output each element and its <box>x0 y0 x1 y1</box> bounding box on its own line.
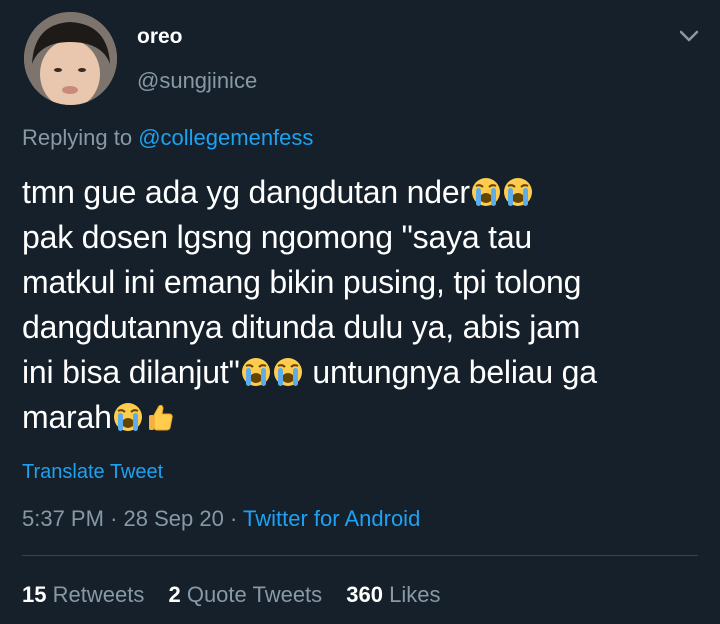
tweet-source-link[interactable]: Twitter for Android <box>243 506 420 531</box>
tweet-card: oreo @sungjinice Replying to @collegemen… <box>0 0 720 624</box>
retweets-count: 15 <box>22 582 47 607</box>
likes-stat[interactable]: 360 Likes <box>346 582 440 607</box>
reply-mention-link[interactable]: @collegemenfess <box>138 125 313 150</box>
tweet-time[interactable]: 5:37 PM <box>22 506 104 531</box>
tweet-text: tmn gue ada yg dangdutan nder pak dosen … <box>22 170 712 440</box>
display-name[interactable]: oreo <box>137 25 183 49</box>
loudly-crying-face-icon <box>112 402 143 432</box>
tweet-line: dangdutannya ditunda dulu ya, abis jam <box>22 309 581 345</box>
loudly-crying-face-icon <box>502 177 533 207</box>
quotes-label: Quote Tweets <box>186 582 323 607</box>
tweet-line: untungnya beliau ga <box>303 354 597 390</box>
avatar[interactable] <box>24 12 117 105</box>
meta-separator: · <box>229 506 238 531</box>
replying-to: Replying to @collegemenfess <box>22 125 313 151</box>
likes-label: Likes <box>389 582 441 607</box>
thumbs-up-icon <box>148 404 173 431</box>
loudly-crying-face-icon <box>272 357 303 387</box>
retweets-stat[interactable]: 15 Retweets <box>22 582 144 607</box>
tweet-line: tmn gue ada yg dangdutan nder <box>22 174 470 210</box>
tweet-line: matkul ini emang bikin pusing, tpi tolon… <box>22 264 582 300</box>
translate-tweet-link[interactable]: Translate Tweet <box>22 461 163 484</box>
loudly-crying-face-icon <box>240 357 271 387</box>
tweet-stats: 15 Retweets 2 Quote Tweets 360 Likes <box>22 582 459 608</box>
tweet-line: pak dosen lgsng ngomong "saya tau <box>22 219 533 255</box>
quote-tweets-stat[interactable]: 2 Quote Tweets <box>168 582 322 607</box>
likes-count: 360 <box>346 582 384 607</box>
chevron-down-icon[interactable] <box>677 24 701 48</box>
tweet-date[interactable]: 28 Sep 20 <box>124 506 224 531</box>
tweet-meta: 5:37 PM · 28 Sep 20 · Twitter for Androi… <box>22 506 420 532</box>
user-handle[interactable]: @sungjinice <box>137 68 257 94</box>
divider <box>22 555 698 556</box>
meta-separator: · <box>110 506 118 531</box>
retweets-label: Retweets <box>52 582 145 607</box>
loudly-crying-face-icon <box>470 177 501 207</box>
tweet-line: ini bisa dilanjut" <box>22 354 240 390</box>
tweet-line: marah <box>22 399 112 435</box>
quotes-count: 2 <box>168 582 181 607</box>
replying-to-label: Replying to <box>22 125 133 150</box>
user-avatar-photo <box>24 12 117 105</box>
